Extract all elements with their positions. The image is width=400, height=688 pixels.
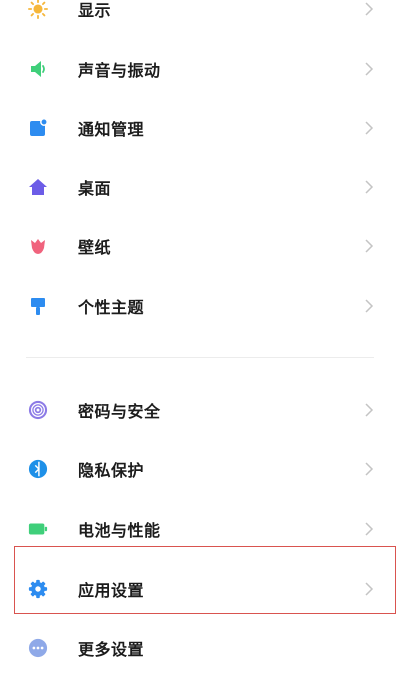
settings-item-label: 个性主题 bbox=[78, 298, 145, 317]
section-divider bbox=[26, 357, 374, 358]
chevron-right-icon bbox=[365, 180, 374, 194]
settings-item-more-settings[interactable]: 更多设置 bbox=[0, 623, 400, 673]
settings-item-label: 桌面 bbox=[78, 179, 112, 198]
settings-item-label: 更多设置 bbox=[78, 640, 145, 659]
settings-item-themes[interactable]: 个性主题 bbox=[0, 281, 400, 331]
settings-item-label: 壁纸 bbox=[78, 238, 112, 257]
battery-icon bbox=[28, 519, 48, 539]
chevron-right-icon bbox=[365, 299, 374, 313]
chevron-right-icon bbox=[365, 462, 374, 476]
speaker-icon bbox=[28, 59, 48, 79]
settings-item-display[interactable]: 显示 bbox=[0, 0, 400, 34]
settings-item-sound-vibration[interactable]: 声音与振动 bbox=[0, 44, 400, 94]
chevron-right-icon bbox=[365, 121, 374, 135]
settings-item-desktop[interactable]: 桌面 bbox=[0, 162, 400, 212]
brush-icon bbox=[28, 296, 48, 316]
home-icon bbox=[28, 177, 48, 197]
settings-item-notifications[interactable]: 通知管理 bbox=[0, 103, 400, 153]
chevron-right-icon bbox=[365, 522, 374, 536]
chevron-right-icon bbox=[365, 2, 374, 16]
settings-item-password-security[interactable]: 密码与安全 bbox=[0, 385, 400, 435]
fingerprint-icon bbox=[28, 400, 48, 420]
highlight-box bbox=[14, 546, 396, 614]
chevron-right-icon bbox=[365, 239, 374, 253]
privacy-icon bbox=[28, 459, 48, 479]
settings-item-privacy[interactable]: 隐私保护 bbox=[0, 444, 400, 494]
settings-item-label: 显示 bbox=[78, 1, 112, 20]
settings-item-wallpaper[interactable]: 壁纸 bbox=[0, 221, 400, 271]
tulip-icon bbox=[28, 236, 48, 256]
settings-item-label: 电池与性能 bbox=[78, 521, 161, 540]
settings-item-label: 隐私保护 bbox=[78, 461, 145, 480]
notification-icon bbox=[28, 118, 48, 138]
brightness-icon bbox=[28, 0, 48, 19]
chevron-right-icon bbox=[365, 403, 374, 417]
chevron-right-icon bbox=[365, 62, 374, 76]
settings-item-label: 密码与安全 bbox=[78, 402, 161, 421]
settings-item-label: 通知管理 bbox=[78, 120, 145, 139]
more-icon bbox=[28, 638, 48, 658]
settings-item-label: 声音与振动 bbox=[78, 61, 161, 80]
